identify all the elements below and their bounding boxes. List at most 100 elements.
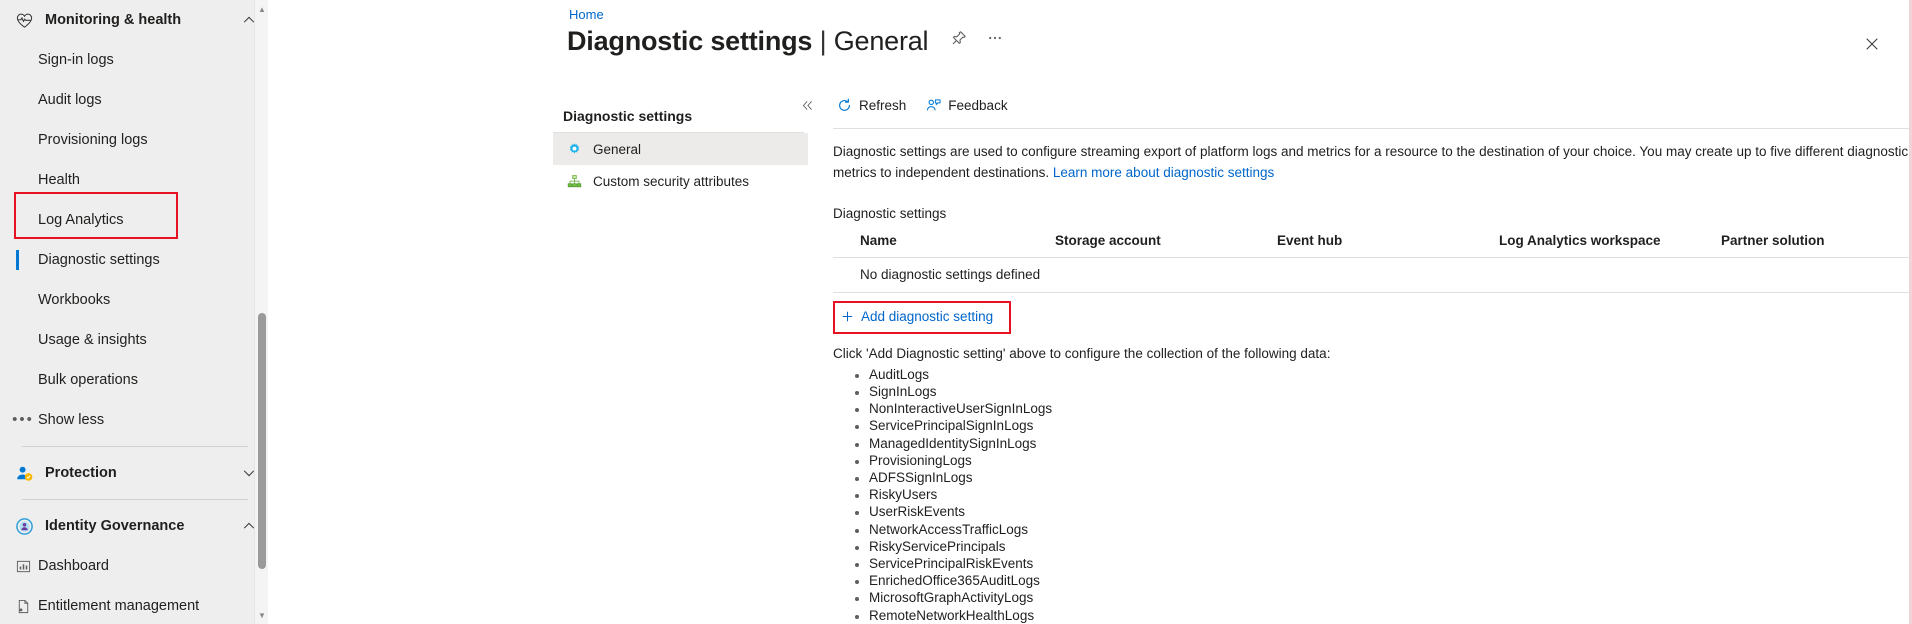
- list-item: SignInLogs: [869, 383, 1912, 400]
- add-diagnostic-setting-button[interactable]: Add diagnostic setting: [833, 303, 1003, 330]
- sidebar-item-sign-in-logs[interactable]: Sign-in logs: [0, 40, 268, 80]
- nav-group-label: Monitoring & health: [45, 12, 182, 28]
- close-icon[interactable]: [1858, 30, 1886, 58]
- sidebar-item-usage-insights[interactable]: Usage & insights: [0, 320, 268, 360]
- list-item: ProvisioningLogs: [869, 452, 1912, 469]
- ellipsis-icon: •••: [12, 411, 34, 428]
- blade-content: Diagnostic settings are used to configur…: [833, 142, 1912, 624]
- feedback-person-icon: [926, 98, 941, 113]
- column-header-event-hub: Event hub: [1277, 226, 1499, 258]
- sidebar-item-provisioning-logs[interactable]: Provisioning logs: [0, 120, 268, 160]
- document-icon: [10, 599, 36, 614]
- diagnostic-settings-table: Name Storage account Event hub Log Analy…: [833, 226, 1912, 293]
- column-header-partner-solution: Partner solution: [1721, 226, 1912, 258]
- column-header-storage-account: Storage account: [1055, 226, 1277, 258]
- scroll-up-arrow-icon[interactable]: ▲: [255, 2, 268, 16]
- column-header-log-analytics-workspace: Log Analytics workspace: [1499, 226, 1721, 258]
- sidebar-item-label: Diagnostic settings: [38, 252, 160, 268]
- sidebar-item-entitlement-management[interactable]: Entitlement management: [0, 586, 268, 624]
- sidebar-item-audit-logs[interactable]: Audit logs: [0, 80, 268, 120]
- description-body: Diagnostic settings are used to configur…: [833, 144, 1912, 180]
- sidebar-item-label: Show less: [38, 412, 105, 428]
- user-shield-icon: [10, 464, 38, 483]
- sidebar-item-label: Sign-in logs: [38, 52, 114, 68]
- sidebar-item-label: Entitlement management: [38, 598, 200, 614]
- sidebar-item-workbooks[interactable]: Workbooks: [0, 280, 268, 320]
- inner-menu-item-general[interactable]: General: [553, 133, 808, 165]
- blade-title-row: Diagnostic settings | General: [567, 26, 1008, 57]
- list-item: NonInteractiveUserSignInLogs: [869, 400, 1912, 417]
- page-title-separator: |: [819, 26, 827, 56]
- refresh-label: Refresh: [859, 97, 907, 113]
- sidebar-item-label: Usage & insights: [38, 332, 147, 348]
- heart-pulse-icon: [10, 11, 38, 30]
- sidebar-divider: [22, 499, 248, 500]
- list-item: ServicePrincipalSignInLogs: [869, 417, 1912, 434]
- diagnostic-settings-table-wrapper: Name Storage account Event hub Log Analy…: [833, 226, 1912, 293]
- section-label-diagnostic-settings: Diagnostic settings: [833, 205, 947, 221]
- left-navigation-sidebar: Monitoring & health Sign-in logs Audit l…: [0, 0, 268, 624]
- nav-group-monitoring-health[interactable]: Monitoring & health: [0, 0, 268, 40]
- feedback-button[interactable]: Feedback: [922, 95, 1015, 116]
- scrollbar-thumb[interactable]: [258, 313, 266, 569]
- sidebar-scrollbar[interactable]: ▲ ▼: [254, 0, 268, 624]
- add-diagnostic-setting-wrapper: Add diagnostic setting: [833, 300, 1011, 334]
- empty-cell: [1721, 257, 1912, 293]
- sidebar-item-show-less[interactable]: ••• Show less: [0, 400, 268, 440]
- hierarchy-icon: [563, 174, 585, 189]
- list-item: ADFSSignInLogs: [869, 469, 1912, 486]
- ellipsis-icon[interactable]: [982, 25, 1008, 51]
- breadcrumb-home[interactable]: Home: [569, 7, 604, 22]
- list-item: ServicePrincipalRiskEvents: [869, 555, 1912, 572]
- governance-icon: [10, 517, 38, 536]
- sidebar-item-label: Bulk operations: [38, 372, 138, 388]
- table-row-empty: No diagnostic settings defined: [833, 257, 1912, 293]
- page-title-main: Diagnostic settings: [567, 26, 813, 56]
- chevron-double-left-icon[interactable]: [796, 94, 818, 116]
- azure-portal-screen: Monitoring & health Sign-in logs Audit l…: [0, 0, 1912, 624]
- nav-group-protection[interactable]: Protection: [0, 453, 268, 493]
- nav-group-label: Identity Governance: [45, 518, 185, 534]
- inner-menu-title: Diagnostic settings: [553, 94, 804, 133]
- description-text: Diagnostic settings are used to configur…: [833, 142, 1912, 184]
- empty-state-message: No diagnostic settings defined: [833, 257, 1055, 293]
- command-bar-divider: [833, 128, 1912, 129]
- sidebar-item-label: Audit logs: [38, 92, 102, 108]
- inner-menu-item-label: Custom security attributes: [593, 173, 750, 189]
- page-title: Diagnostic settings | General: [567, 26, 929, 57]
- sidebar-item-diagnostic-settings[interactable]: Diagnostic settings: [0, 240, 268, 280]
- sidebar-item-health[interactable]: Health: [0, 160, 268, 200]
- list-item: EnrichedOffice365AuditLogs: [869, 572, 1912, 589]
- sidebar-divider: [22, 446, 248, 447]
- scroll-down-arrow-icon[interactable]: ▼: [255, 608, 268, 622]
- diagnostic-settings-blade: Home Diagnostic settings | General Diagn…: [268, 0, 1912, 624]
- sidebar-item-dashboard[interactable]: Dashboard: [0, 546, 268, 586]
- inner-menu-item-label: General: [593, 141, 642, 157]
- empty-cell: [1277, 257, 1499, 293]
- list-item: MicrosoftGraphActivityLogs: [869, 589, 1912, 606]
- dashboard-icon: [10, 559, 36, 574]
- feedback-label: Feedback: [948, 97, 1008, 113]
- table-header-row: Name Storage account Event hub Log Analy…: [833, 226, 1912, 258]
- nav-group-identity-governance[interactable]: Identity Governance: [0, 506, 268, 546]
- empty-cell: [1055, 257, 1277, 293]
- sidebar-item-label: Health: [38, 172, 80, 188]
- learn-more-link[interactable]: Learn more about diagnostic settings: [1053, 165, 1274, 180]
- command-bar: Refresh Feedback: [833, 92, 1016, 118]
- refresh-icon: [837, 98, 852, 113]
- column-header-name: Name: [833, 226, 1055, 258]
- sidebar-item-bulk-operations[interactable]: Bulk operations: [0, 360, 268, 400]
- list-item: UserRiskEvents: [869, 503, 1912, 520]
- sidebar-item-log-analytics[interactable]: Log Analytics: [0, 200, 268, 240]
- title-action-buttons: [946, 25, 1008, 51]
- sidebar-item-label: Dashboard: [38, 558, 109, 574]
- log-categories-list: AuditLogs SignInLogs NonInteractiveUserS…: [833, 366, 1912, 624]
- pin-icon[interactable]: [946, 25, 972, 51]
- refresh-button[interactable]: Refresh: [833, 95, 914, 116]
- list-item: NetworkAccessTrafficLogs: [869, 521, 1912, 538]
- sidebar-item-label: Log Analytics: [38, 212, 124, 228]
- instruction-text: Click 'Add Diagnostic setting' above to …: [833, 345, 1331, 361]
- gear-icon: [563, 142, 585, 157]
- inner-menu-item-custom-security-attributes[interactable]: Custom security attributes: [553, 165, 808, 197]
- list-item: ManagedIdentitySignInLogs: [869, 435, 1912, 452]
